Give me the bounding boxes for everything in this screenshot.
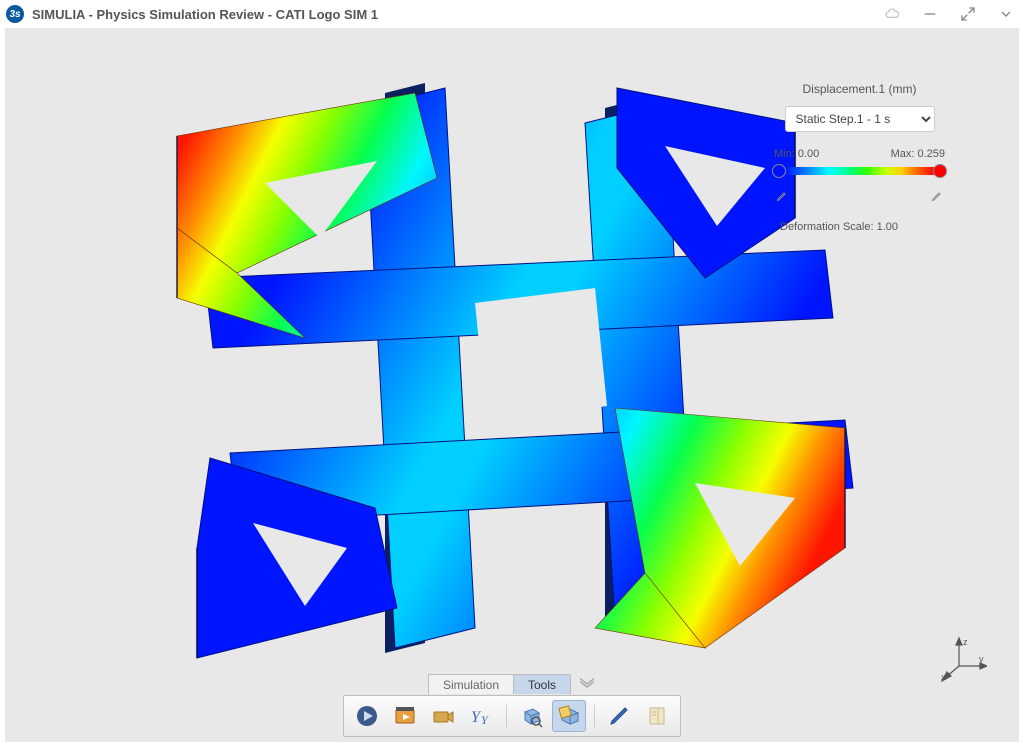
gradient-bar xyxy=(784,167,935,175)
toolbar-separator xyxy=(590,702,598,730)
app-logo-icon: 3s xyxy=(6,5,24,23)
section-view-button[interactable] xyxy=(552,700,586,732)
camera-button[interactable] xyxy=(426,700,460,732)
window-title: SIMULIA - Physics Simulation Review - CA… xyxy=(32,7,378,22)
bottom-bar: Simulation Tools YY xyxy=(343,673,681,737)
3d-viewport[interactable]: Displacement.1 (mm) Static Step.1 - 1 s … xyxy=(5,28,1019,742)
annotate-button[interactable] xyxy=(602,700,636,732)
edit-max-icon[interactable] xyxy=(931,190,943,205)
toolbar-separator xyxy=(502,702,510,730)
color-scale[interactable] xyxy=(772,162,947,180)
bottom-toolbar: YY xyxy=(343,695,681,737)
expand-icon[interactable] xyxy=(960,6,976,22)
step-selector[interactable]: Static Step.1 - 1 s xyxy=(785,106,935,132)
axis-x-label: x xyxy=(941,672,946,682)
result-legend: Displacement.1 (mm) Static Step.1 - 1 s … xyxy=(772,82,947,233)
deformation-scale-label: Deformation Scale: 1.00 xyxy=(772,221,947,233)
axis-y-label: y xyxy=(979,654,984,664)
bottom-tabs: Simulation Tools xyxy=(428,673,596,695)
tabs-expand-icon[interactable] xyxy=(578,677,596,691)
symbol-plot-button[interactable]: YY xyxy=(464,700,498,732)
more-icon[interactable] xyxy=(998,6,1014,22)
titlebar: 3s SIMULIA - Physics Simulation Review -… xyxy=(0,0,1024,28)
minimize-icon[interactable] xyxy=(922,6,938,22)
tab-simulation[interactable]: Simulation xyxy=(428,674,514,694)
fit-view-button[interactable] xyxy=(514,700,548,732)
legend-min-label: Min: 0.00 xyxy=(774,148,819,160)
axis-triad[interactable]: z y x xyxy=(941,636,987,682)
cloud-icon[interactable] xyxy=(884,6,900,22)
axis-z-label: z xyxy=(963,637,968,647)
tab-tools[interactable]: Tools xyxy=(513,674,571,694)
play-results-button[interactable] xyxy=(350,700,384,732)
svg-text:Y: Y xyxy=(481,713,489,727)
legend-title: Displacement.1 (mm) xyxy=(772,82,947,96)
gradient-max-handle[interactable] xyxy=(933,164,947,178)
gradient-min-handle[interactable] xyxy=(772,164,786,178)
animate-button[interactable] xyxy=(388,700,422,732)
report-button[interactable] xyxy=(640,700,674,732)
edit-min-icon[interactable] xyxy=(776,190,788,205)
legend-max-label: Max: 0.259 xyxy=(891,148,945,160)
